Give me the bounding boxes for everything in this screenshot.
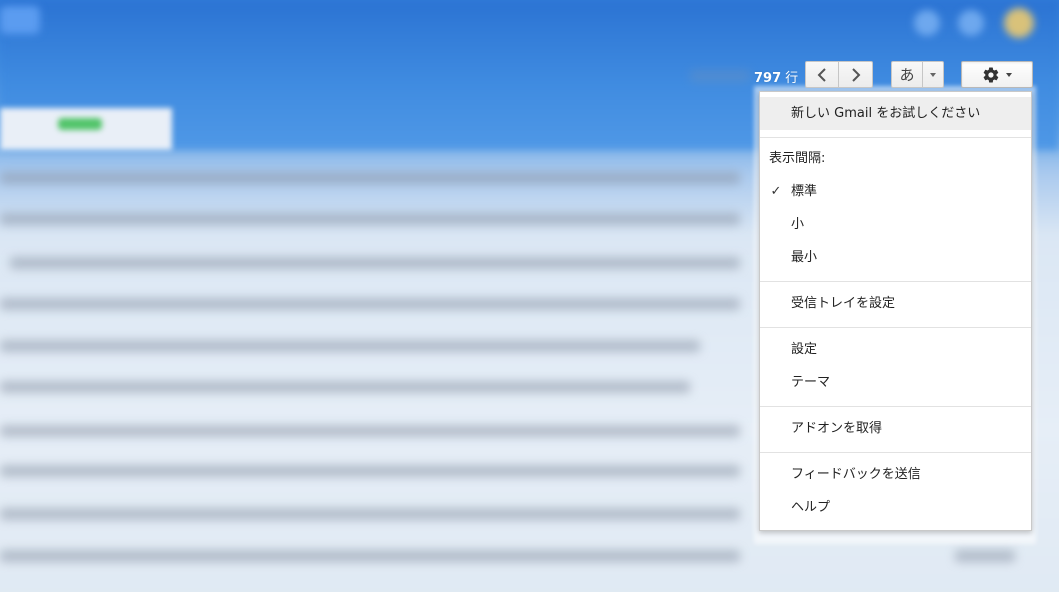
menu-item-send-feedback[interactable]: フィードバックを送信 <box>760 458 1031 491</box>
menu-item-label: 小 <box>791 217 805 232</box>
menu-item-label: 新しい Gmail をお試しください <box>791 106 981 121</box>
menu-item-label: テーマ <box>791 375 831 390</box>
blurred-email-date <box>955 550 1015 562</box>
blurred-avatar <box>1004 8 1034 38</box>
menu-divider <box>760 137 1031 138</box>
input-tools-button[interactable]: あ <box>891 61 923 88</box>
blurred-email-row <box>0 340 700 352</box>
settings-menu: 新しい Gmail をお試しください 表示間隔: ✓ 標準 小 最小 受信トレイ… <box>759 91 1032 531</box>
menu-item-configure-inbox[interactable]: 受信トレイを設定 <box>760 287 1031 320</box>
blurred-email-row <box>0 508 740 520</box>
menu-item-label: フィードバックを送信 <box>791 467 921 482</box>
menu-item-get-addons[interactable]: アドオンを取得 <box>760 412 1031 445</box>
blurred-logo <box>0 6 40 34</box>
blurred-toolbar-text <box>690 70 750 82</box>
settings-button[interactable] <box>961 61 1033 88</box>
menu-item-density-comfortable[interactable]: 小 <box>760 208 1031 241</box>
menu-item-density-default[interactable]: ✓ 標準 <box>760 175 1031 208</box>
message-count-value: 797 <box>754 71 782 86</box>
blurred-notifications-icon <box>958 10 984 36</box>
menu-item-label: 設定 <box>791 342 818 357</box>
blurred-tab-chip <box>58 118 102 130</box>
menu-divider <box>760 327 1031 328</box>
older-button[interactable] <box>838 61 873 88</box>
menu-item-label: 最小 <box>791 250 818 265</box>
gear-icon <box>983 66 999 83</box>
menu-item-help[interactable]: ヘルプ <box>760 491 1031 524</box>
chevron-down-icon <box>930 72 936 77</box>
menu-divider <box>760 406 1031 407</box>
message-count-unit: 行 <box>785 71 799 86</box>
blurred-email-row <box>0 213 740 225</box>
menu-item-label: 標準 <box>791 184 818 199</box>
menu-divider <box>760 452 1031 453</box>
menu-item-themes[interactable]: テーマ <box>760 366 1031 399</box>
blurred-email-row <box>0 465 740 477</box>
blurred-email-row <box>10 257 740 269</box>
input-tools-dropdown-button[interactable] <box>922 61 944 88</box>
menu-divider <box>760 281 1031 282</box>
input-tools-label: あ <box>899 66 915 84</box>
blurred-email-row <box>0 381 690 393</box>
menu-item-label: 受信トレイを設定 <box>791 296 896 311</box>
menu-item-label: ヘルプ <box>791 500 831 515</box>
chevron-down-icon <box>1006 72 1012 77</box>
message-count: 797 行 <box>754 67 798 86</box>
chevron-right-icon <box>851 67 860 82</box>
toolbar: 797 行 あ <box>754 60 1034 90</box>
menu-item-try-new-gmail[interactable]: 新しい Gmail をお試しください <box>760 97 1031 130</box>
newer-button[interactable] <box>805 61 839 88</box>
blurred-email-row <box>0 425 740 437</box>
checkmark-icon: ✓ <box>770 184 782 199</box>
blurred-email-row <box>0 550 740 562</box>
blurred-email-row <box>0 172 740 184</box>
menu-item-settings[interactable]: 設定 <box>760 333 1031 366</box>
blurred-apps-icon <box>914 10 940 36</box>
menu-item-label: アドオンを取得 <box>791 421 883 436</box>
blurred-email-row <box>0 298 740 310</box>
menu-item-density-compact[interactable]: 最小 <box>760 241 1031 274</box>
chevron-left-icon <box>817 67 826 82</box>
density-heading: 表示間隔: <box>769 151 826 166</box>
